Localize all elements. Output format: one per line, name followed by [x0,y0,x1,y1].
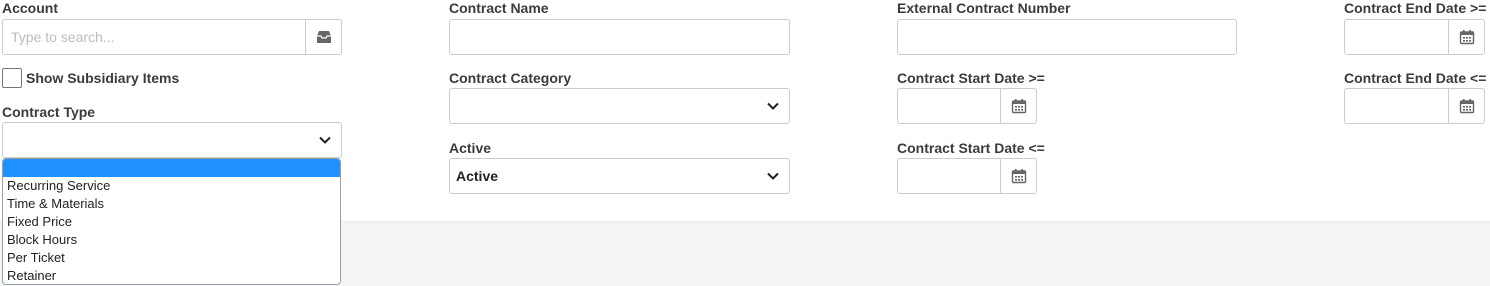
contract-end-date-lte-label: Contract End Date <= [1344,70,1487,86]
calendar-icon [1459,99,1474,114]
contract-start-date-lte-label: Contract Start Date <= [897,140,1045,156]
contract-start-date-gte-input[interactable] [897,88,1037,124]
contract-name-label: Contract Name [449,0,549,16]
contract-end-date-gte-label: Contract End Date >= [1344,0,1487,16]
chevron-down-icon [767,102,779,110]
contract-category-label: Contract Category [449,70,572,86]
account-input[interactable]: Type to search... [2,19,342,55]
chevron-down-icon [767,172,779,180]
contract-type-select[interactable] [2,122,342,158]
show-subsidiary-checkbox[interactable] [2,68,22,88]
contract-end-date-gte-input[interactable] [1344,19,1485,55]
active-select-value: Active [456,168,499,184]
calendar-button[interactable] [1448,89,1484,123]
contract-type-option[interactable]: Time & Materials [3,195,340,213]
account-lookup-button[interactable] [305,20,341,54]
active-label: Active [449,140,492,156]
active-select[interactable]: Active [449,158,790,194]
contract-type-dropdown[interactable]: Recurring Service Time & Materials Fixed… [2,158,341,285]
contract-start-date-gte-label: Contract Start Date >= [897,70,1045,86]
external-contract-number-input[interactable] [897,19,1237,55]
contract-start-date-lte-input[interactable] [897,158,1037,194]
account-placeholder: Type to search... [11,29,115,45]
calendar-icon [1011,169,1026,184]
contract-end-date-lte-input[interactable] [1344,88,1485,124]
tray-icon [316,31,331,43]
external-contract-number-label: External Contract Number [897,0,1071,16]
calendar-button[interactable] [1000,89,1036,123]
contract-category-select[interactable] [449,88,790,124]
chevron-down-icon [319,136,331,144]
contract-type-option[interactable]: Per Ticket [3,249,340,267]
contract-type-option[interactable]: Retainer [3,267,340,284]
account-label: Account [2,0,58,16]
contract-type-label: Contract Type [2,104,96,120]
contract-name-input[interactable] [449,19,790,55]
contract-type-option[interactable]: Recurring Service [3,177,340,195]
calendar-button[interactable] [1448,20,1484,54]
calendar-icon [1459,30,1474,45]
calendar-button[interactable] [1000,159,1036,193]
show-subsidiary-label: Show Subsidiary Items [26,70,180,86]
calendar-icon [1011,99,1026,114]
contract-type-option[interactable]: Block Hours [3,231,340,249]
contract-type-option-blank[interactable] [3,159,340,177]
contract-type-option[interactable]: Fixed Price [3,213,340,231]
